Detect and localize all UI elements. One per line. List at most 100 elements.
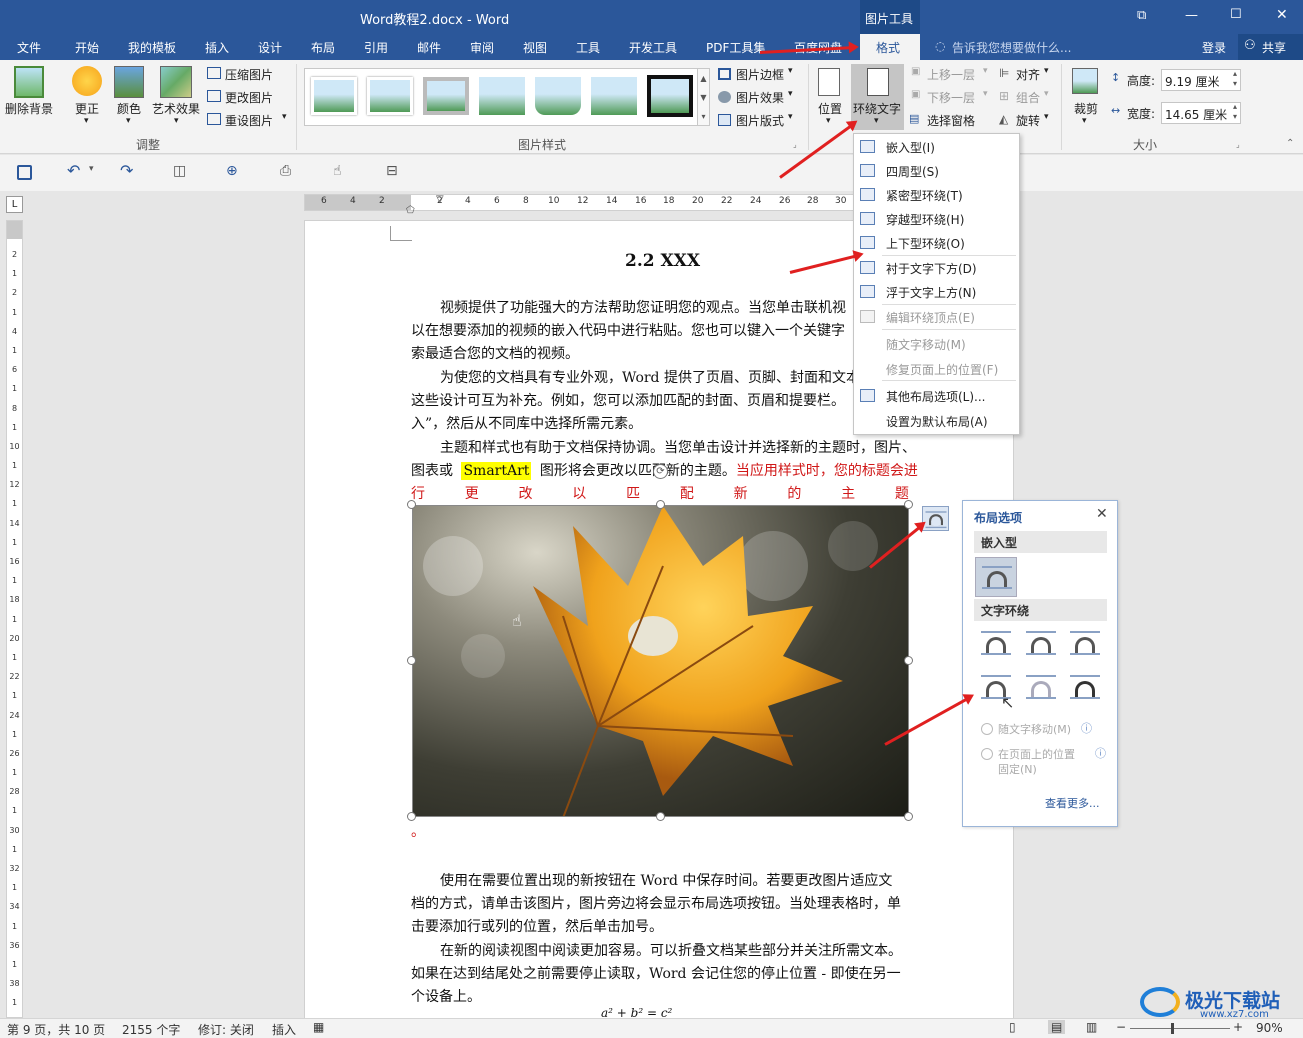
tab-pdf-tools[interactable]: PDF工具集 <box>706 39 765 56</box>
rotate-handle-icon[interactable]: ⟳ <box>653 464 668 479</box>
collapse-ribbon-icon[interactable]: ⌃ <box>1286 138 1294 149</box>
chevron-down-icon[interactable]: ▾ <box>84 116 89 126</box>
chevron-down-icon[interactable]: ▾ <box>1082 116 1087 126</box>
crop-button[interactable]: 裁剪 <box>1074 100 1098 117</box>
wrap-in-front-icon[interactable] <box>1068 673 1102 703</box>
chevron-down-icon[interactable]: ▾ <box>826 116 831 126</box>
menu-item-move-with-text[interactable]: 随文字移动(M) <box>886 336 966 353</box>
radio-move-with-text[interactable] <box>981 723 993 735</box>
macro-icon[interactable]: ▦ <box>313 1020 324 1034</box>
wrap-behind-text-icon[interactable] <box>1024 673 1058 703</box>
reset-picture-button[interactable]: 重设图片 <box>225 112 273 129</box>
insert-mode[interactable]: 插入 <box>272 1021 296 1038</box>
chevron-down-icon[interactable]: ▾ <box>983 89 988 99</box>
menu-item-more-layout-options[interactable]: 其他布局选项(L)... <box>886 388 986 405</box>
chevron-down-icon[interactable]: ▾ <box>282 112 287 122</box>
gallery-scroll[interactable]: ▲ ▼ ▾ <box>697 68 710 126</box>
radio-fix-position[interactable] <box>981 748 993 760</box>
inline-option[interactable] <box>975 557 1017 597</box>
left-indent-marker-icon[interactable]: ⬠ <box>406 205 415 216</box>
resize-handle[interactable] <box>407 656 416 665</box>
resize-handle[interactable] <box>904 500 913 509</box>
compress-pictures-button[interactable]: 压缩图片 <box>225 66 273 83</box>
horizontal-ruler[interactable]: 6 4 2 2 4 6 8 10 12 14 16 18 20 22 24 26… <box>304 194 859 216</box>
style-thumb[interactable] <box>423 77 469 115</box>
dialog-launcher-icon[interactable]: ⌟ <box>793 140 797 149</box>
menu-item-inline[interactable]: 嵌入型(I) <box>886 139 935 156</box>
picture-effects-button[interactable]: 图片效果 <box>736 89 784 106</box>
resize-handle[interactable] <box>904 812 913 821</box>
chevron-down-icon[interactable]: ▾ <box>1044 89 1049 99</box>
style-thumb[interactable] <box>367 77 413 115</box>
indent-marker-icon[interactable]: ▽ <box>436 194 444 205</box>
menu-item-edit-wrap-points[interactable]: 编辑环绕顶点(E) <box>886 309 975 326</box>
touch-mode-icon[interactable]: ☝ <box>333 163 342 179</box>
vertical-ruler[interactable]: 2 1 2 1 4 1 6 1 8 1 10 1 12 1 14 1 16 1 18 1 20 1 22 1 24 1 26 1 28 1… <box>6 220 23 1027</box>
position-button[interactable]: 位置 <box>818 100 842 117</box>
send-backward-button[interactable]: 下移一层 <box>927 89 975 106</box>
zoom-out-icon[interactable]: − <box>1116 1020 1126 1034</box>
menu-item-fix-position[interactable]: 修复页面上的位置(F) <box>886 361 998 378</box>
zoom-level[interactable]: 90% <box>1256 1021 1283 1035</box>
spinner-icon[interactable]: ▴ ▾ <box>1233 102 1237 122</box>
picture-layout-button[interactable]: 图片版式 <box>736 112 784 129</box>
tab-references[interactable]: 引用 <box>364 39 388 56</box>
style-thumb[interactable] <box>591 77 637 115</box>
share-button[interactable]: ⚇ 共享 <box>1238 34 1303 60</box>
save-icon[interactable] <box>17 165 32 180</box>
wrap-square-icon[interactable] <box>979 629 1013 659</box>
menu-item-in-front[interactable]: 浮于文字上方(N) <box>886 284 976 301</box>
resize-handle[interactable] <box>407 812 416 821</box>
info-icon[interactable]: ⓘ <box>1095 745 1106 761</box>
tab-tools[interactable]: 工具 <box>576 39 600 56</box>
resize-handle[interactable] <box>656 812 665 821</box>
resize-handle[interactable] <box>407 500 416 509</box>
remove-background-button[interactable]: 删除背景 <box>5 100 53 117</box>
track-changes-status[interactable]: 修订: 关闭 <box>198 1021 254 1038</box>
tab-file[interactable]: 文件 <box>17 39 41 56</box>
close-icon[interactable]: ✕ <box>1096 506 1108 522</box>
color-button[interactable]: 颜色 <box>117 100 141 117</box>
picture-styles-gallery[interactable] <box>304 68 710 126</box>
tab-selector-icon[interactable]: L <box>6 196 23 213</box>
rotate-button[interactable]: 旋转 <box>1016 112 1040 129</box>
print-preview-icon[interactable]: ⎙ <box>280 163 291 179</box>
tab-format[interactable]: 格式 <box>860 34 920 60</box>
customize-icon[interactable]: ⊟ <box>386 163 398 179</box>
leaf-photo[interactable] <box>412 505 909 817</box>
tab-mailings[interactable]: 邮件 <box>417 39 441 56</box>
tab-insert[interactable]: 插入 <box>205 39 229 56</box>
undo-icon[interactable]: ↶ <box>67 161 80 180</box>
group-button[interactable]: 组合 <box>1016 89 1040 106</box>
resize-handle[interactable] <box>904 656 913 665</box>
menu-item-square[interactable]: 四周型(S) <box>886 163 939 180</box>
chevron-down-icon[interactable]: ▾ <box>788 112 793 122</box>
spinner-icon[interactable]: ▴ ▾ <box>1233 69 1237 89</box>
minimize-icon[interactable]: — <box>1185 8 1198 23</box>
print-layout-icon[interactable]: ▤ <box>1048 1020 1066 1034</box>
menu-item-behind-text[interactable]: 衬于文字下方(D) <box>886 260 977 277</box>
chevron-down-icon[interactable]: ▾ <box>788 66 793 76</box>
wrap-through-icon[interactable] <box>1068 629 1102 659</box>
zoom-slider[interactable] <box>1130 1028 1230 1029</box>
wrap-text-button[interactable]: 环绕文字 ▾ <box>851 64 904 130</box>
ribbon-display-icon[interactable]: ⧉ <box>1137 8 1146 23</box>
sign-in-link[interactable]: 登录 <box>1202 39 1226 56</box>
bring-forward-button[interactable]: 上移一层 <box>927 66 975 83</box>
tab-design[interactable]: 设计 <box>258 39 282 56</box>
tab-developer[interactable]: 开发工具 <box>629 39 677 56</box>
chevron-down-icon[interactable]: ▾ <box>788 89 793 99</box>
maximize-icon[interactable]: ☐ <box>1230 7 1242 22</box>
style-thumb[interactable] <box>311 77 357 115</box>
word-count[interactable]: 2155 个字 <box>122 1021 180 1038</box>
tab-my-templates[interactable]: 我的模板 <box>128 39 176 56</box>
chevron-down-icon[interactable]: ▾ <box>126 116 131 126</box>
width-input[interactable]: 14.65 厘米 ▴ ▾ <box>1161 102 1241 124</box>
chevron-down-icon[interactable]: ▾ <box>1044 112 1049 122</box>
corrections-button[interactable]: 更正 <box>75 100 99 117</box>
wrap-tight-icon[interactable] <box>1024 629 1058 659</box>
tab-home[interactable]: 开始 <box>75 39 99 56</box>
tell-me-search[interactable]: 告诉我您想要做什么... <box>952 39 1071 56</box>
see-more-link[interactable]: 查看更多... <box>1045 795 1100 811</box>
side-by-side-icon[interactable]: ◫ <box>173 163 186 179</box>
